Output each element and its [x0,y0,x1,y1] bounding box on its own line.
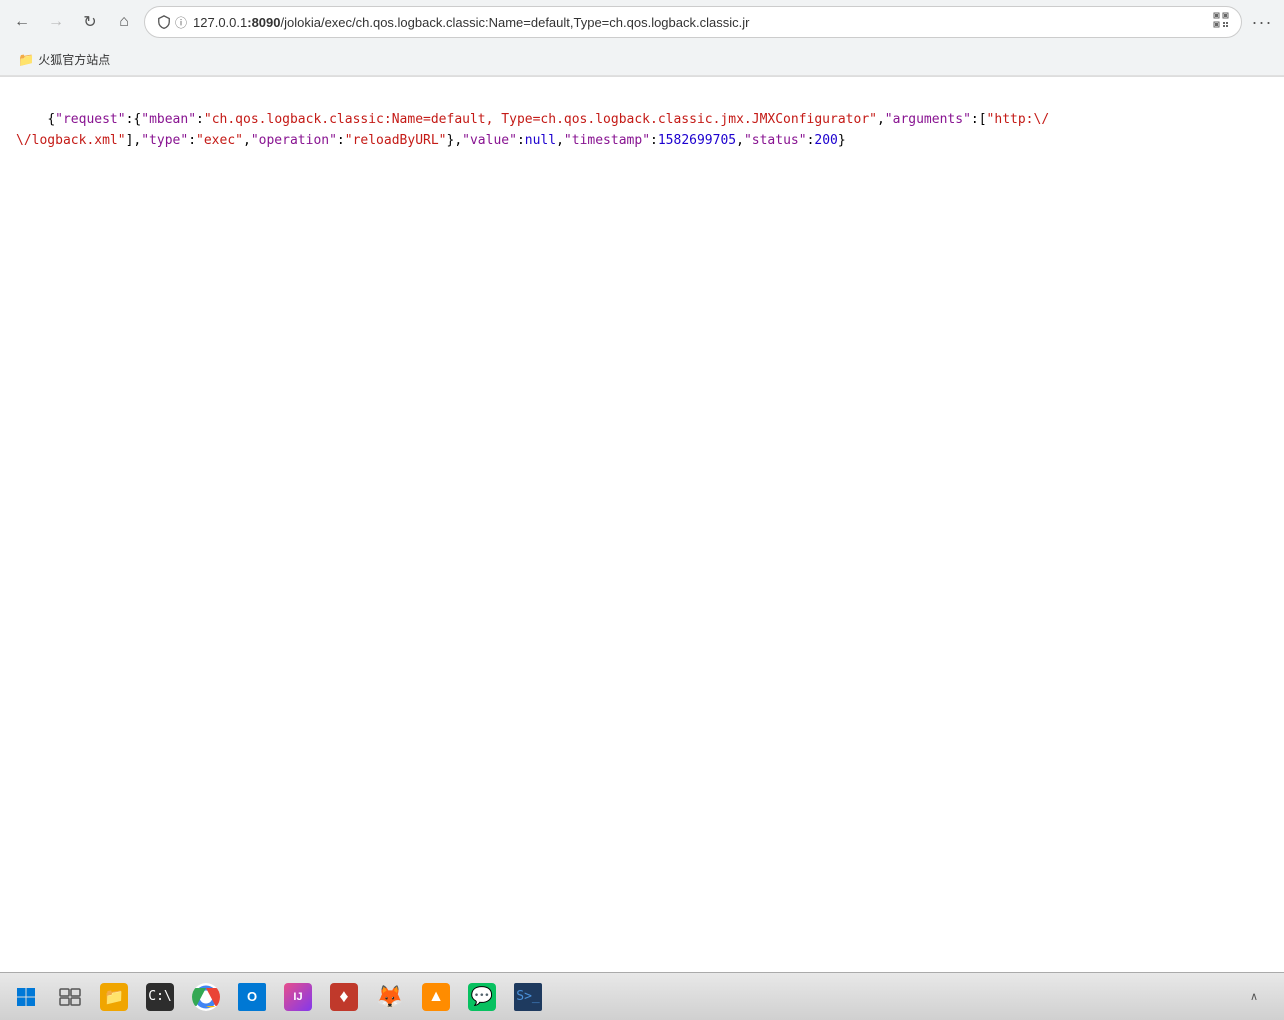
forward-button[interactable]: → [42,8,70,36]
address-bar[interactable]: ⓘ 127.0.0.1:8090/jolokia/exec/ch.qos.log… [144,6,1242,38]
reload-button[interactable]: ↻ [76,8,104,36]
url-text: 127.0.0.1:8090/jolokia/exec/ch.qos.logba… [193,15,1207,30]
json-line-1: {"request":{"mbean":"ch.qos.logback.clas… [47,112,1049,127]
bookmark-item-1[interactable]: 📁 火狐官方站点 [12,49,116,70]
url-path: /jolokia/exec/ch.qos.logback.classic:Nam… [280,15,749,30]
json-line-2: \/logback.xml"],"type":"exec","operation… [16,133,846,148]
bookmark-label-1: 火狐官方站点 [38,51,110,68]
url-host: 127.0.0.1 [193,15,247,30]
security-icon: ⓘ [157,14,187,31]
outlook-button[interactable]: O [230,977,274,1017]
browser-menu-button[interactable]: ··· [1248,8,1276,36]
home-button[interactable]: ⌂ [110,8,138,36]
app-orange-button[interactable]: ▲ [414,977,458,1017]
navigation-bar: ← → ↻ ⌂ ⓘ 127.0.0.1:8090/jolokia/exec/ch… [0,0,1284,44]
taskbar: 📁 C:\ O IJ ♦ 🦊 ▲ [0,972,1284,1020]
terminal2-button[interactable]: S>_ [506,977,550,1017]
tray-icons[interactable]: ∧ [1234,977,1274,1017]
file-explorer-button[interactable]: 📁 [92,977,136,1017]
windows-start-button[interactable] [4,977,48,1017]
wechat-button[interactable]: 💬 [460,977,504,1017]
chrome-button[interactable] [184,977,228,1017]
url-port: :8090 [247,15,280,30]
jetbrains-button[interactable]: IJ [276,977,320,1017]
json-response: {"request":{"mbean":"ch.qos.logback.clas… [16,89,1268,172]
system-tray: ∧ [1234,977,1280,1017]
browser-chrome: ← → ↻ ⌂ ⓘ 127.0.0.1:8090/jolokia/exec/ch… [0,0,1284,77]
task-view-button[interactable] [50,977,90,1017]
page-content: {"request":{"mbean":"ch.qos.logback.clas… [0,77,1284,972]
terminal-button[interactable]: C:\ [138,977,182,1017]
firefox-button[interactable]: 🦊 [368,977,412,1017]
folder-icon: 📁 [18,52,34,68]
app-red-button[interactable]: ♦ [322,977,366,1017]
bookmarks-bar: 📁 火狐官方站点 [0,44,1284,76]
qr-code-icon[interactable] [1213,12,1229,33]
back-button[interactable]: ← [8,8,36,36]
